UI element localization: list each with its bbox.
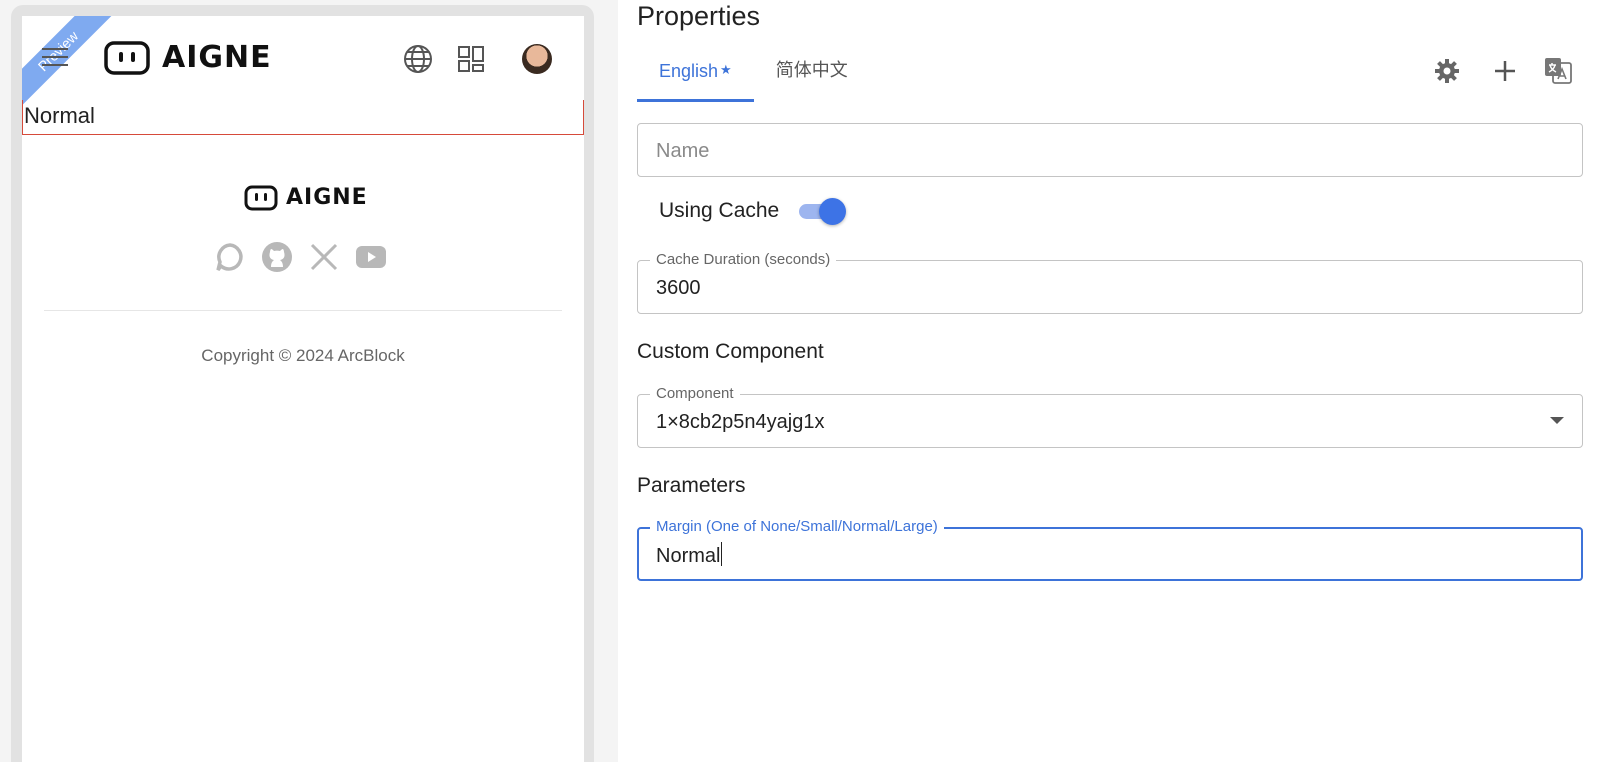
footer-divider [44, 310, 562, 311]
margin-field[interactable]: Margin (One of None/Small/Normal/Large) … [637, 518, 1583, 581]
cache-duration-field[interactable]: Cache Duration (seconds) 3600 [637, 251, 1583, 314]
name-field-placeholder: Name [656, 140, 710, 162]
language-tabs: English ★ 简体中文 [637, 50, 870, 102]
star-icon: ★ [720, 62, 732, 77]
chevron-down-icon[interactable] [1550, 417, 1564, 424]
gear-icon[interactable] [1432, 56, 1462, 86]
name-field[interactable]: Name [637, 123, 1583, 177]
using-cache-label: Using Cache [659, 199, 780, 222]
cache-duration-value: 3600 [656, 277, 701, 299]
preview-ribbon: Preview [22, 16, 114, 108]
x-icon[interactable] [307, 240, 341, 274]
margin-label: Margin (One of None/Small/Normal/Large) [650, 518, 944, 536]
properties-panel [618, 0, 1600, 762]
page-title: Properties [637, 1, 761, 31]
hamburger-menu-icon[interactable] [42, 48, 68, 72]
translate-icon[interactable] [1543, 56, 1573, 86]
text-caret [721, 542, 723, 566]
brand-name: AIGNE [162, 40, 272, 75]
grid-icon[interactable] [454, 42, 488, 76]
aigne-footer-logo-icon [244, 185, 278, 211]
avatar[interactable] [522, 44, 552, 74]
using-cache-toggle[interactable] [797, 196, 847, 226]
margin-value-wrap: Normal [656, 542, 723, 569]
preview-ribbon-wrap: Preview [22, 16, 114, 108]
footer-brand-name: AIGNE [286, 185, 368, 210]
component-label: Component [650, 385, 740, 403]
copyright-text: Copyright © 2024 ArcBlock [201, 346, 405, 365]
plus-icon[interactable] [1490, 56, 1520, 86]
tab-english-label: English [659, 61, 719, 81]
component-value: 1×8cb2p5n4yajg1x [656, 411, 825, 433]
using-cache-row: Using Cache [659, 196, 847, 226]
tab-chinese[interactable]: 简体中文 [754, 50, 870, 102]
margin-value: Normal [656, 545, 721, 567]
brand-logo[interactable]: AIGNE [104, 40, 272, 76]
custom-component-heading: Custom Component [637, 340, 824, 363]
component-select[interactable]: Component 1×8cb2p5n4yajg1x [637, 385, 1583, 448]
footer-brand-logo: AIGNE [244, 185, 368, 211]
cache-duration-label: Cache Duration (seconds) [650, 251, 837, 269]
tab-chinese-label: 简体中文 [775, 60, 848, 80]
aigne-logo-icon [104, 41, 150, 75]
youtube-icon[interactable] [354, 240, 388, 274]
chat-icon[interactable] [213, 240, 247, 274]
rendered-component-output: Normal [22, 100, 584, 135]
toggle-knob [819, 198, 847, 225]
tab-english[interactable]: English ★ [637, 50, 754, 102]
github-icon[interactable] [260, 240, 294, 274]
parameters-heading: Parameters [637, 474, 746, 497]
globe-icon[interactable] [401, 42, 435, 76]
